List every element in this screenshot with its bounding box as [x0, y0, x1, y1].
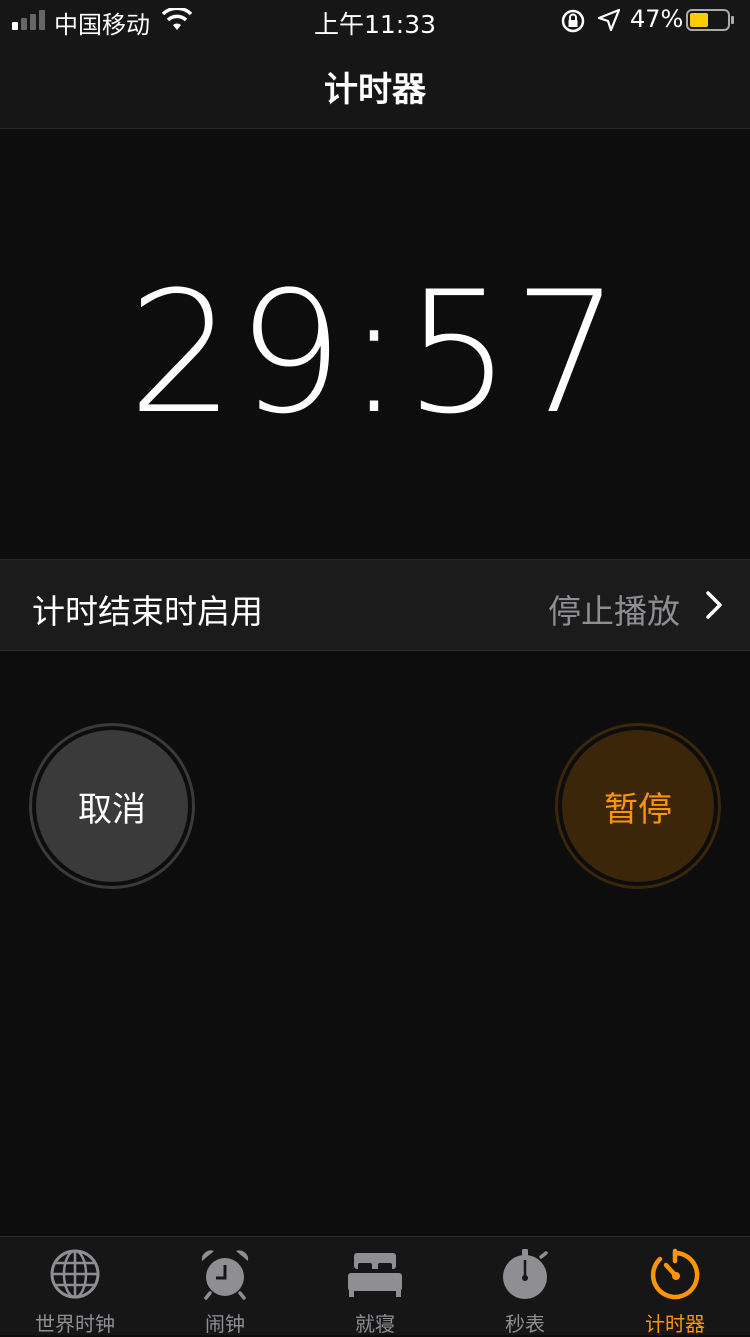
- tab-label: 就寝: [355, 1312, 395, 1336]
- tab-alarm[interactable]: 闹钟: [150, 1237, 300, 1336]
- tab-label: 秒表: [505, 1312, 545, 1336]
- bed-icon: [348, 1253, 402, 1297]
- setting-value: 停止播放: [548, 592, 680, 631]
- battery-fill: [690, 13, 708, 27]
- globe-icon: [50, 1249, 100, 1299]
- tab-timer[interactable]: 计时器: [600, 1237, 750, 1336]
- timer-icon: [650, 1248, 700, 1300]
- navigation-bar: 计时器: [0, 40, 750, 129]
- page-title: 计时器: [324, 70, 426, 110]
- tab-world-clock[interactable]: 世界时钟: [0, 1237, 150, 1336]
- timer-countdown: 29:57: [127, 255, 623, 451]
- chevron-right-icon: [706, 591, 722, 619]
- cancel-button[interactable]: 取消: [29, 723, 195, 889]
- tab-stopwatch[interactable]: 秒表: [450, 1237, 600, 1336]
- setting-label: 计时结束时启用: [32, 592, 263, 631]
- cancel-button-label: 取消: [36, 730, 188, 882]
- location-arrow-icon: [597, 8, 621, 32]
- tab-bedtime[interactable]: 就寝: [300, 1237, 450, 1336]
- alarm-clock-icon: [201, 1250, 249, 1300]
- battery-percent: 47%: [630, 5, 684, 33]
- battery-icon: [686, 9, 734, 31]
- tab-bar: 世界时钟 闹钟 就寝 秒表 计时器: [0, 1236, 750, 1336]
- status-bar: 中国移动 上午11:33 47%: [0, 0, 750, 40]
- stopwatch-icon: [503, 1249, 548, 1299]
- pause-button-label: 暂停: [562, 730, 714, 882]
- tab-label: 闹钟: [205, 1312, 245, 1336]
- tab-label: 计时器: [645, 1312, 705, 1336]
- tab-label: 世界时钟: [35, 1312, 115, 1336]
- pause-button[interactable]: 暂停: [555, 723, 721, 889]
- when-timer-ends-row[interactable]: 计时结束时启用 停止播放: [0, 559, 750, 651]
- orientation-lock-icon: [561, 9, 585, 33]
